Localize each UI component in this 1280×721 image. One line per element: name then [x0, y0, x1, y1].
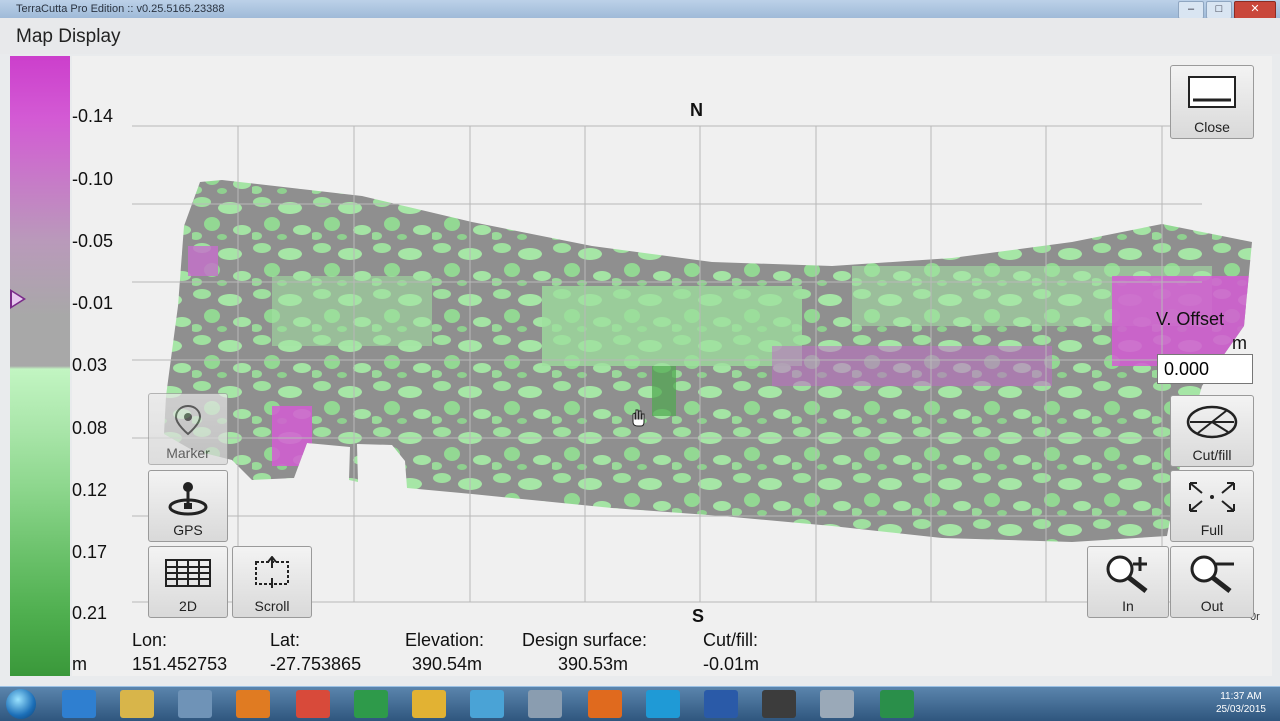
close-panel-icon	[1171, 72, 1253, 112]
chrome-icon[interactable]	[296, 690, 330, 718]
app-tool-icon[interactable]	[528, 690, 562, 718]
clock-time: 11:37 AM	[1220, 691, 1262, 702]
elevation-value: 390.54m	[412, 654, 483, 674]
cut-fill-readout-value: -0.01m	[703, 654, 760, 674]
view-2d-button[interactable]: 2D	[148, 546, 228, 618]
elevation-label: Elevation:	[405, 630, 485, 650]
legend-label: -0.05	[72, 231, 114, 251]
close-button-label: Close	[1194, 119, 1230, 135]
expand-arrows-icon	[1171, 477, 1253, 517]
media-player-icon[interactable]	[236, 690, 270, 718]
zoom-in-icon	[1088, 553, 1168, 593]
v-offset-input[interactable]	[1157, 354, 1253, 384]
page-title: Map Display	[16, 26, 121, 47]
cut-fill-button[interactable]: Cut/fill	[1170, 395, 1254, 467]
cut-fill-readout-label: Cut/fill:	[703, 630, 759, 650]
windows-taskbar: 11:37 AM 25/03/2015	[0, 686, 1280, 721]
scroll-button[interactable]: Scroll	[232, 546, 312, 618]
grid-2d-icon	[149, 553, 227, 593]
zoom-out-icon	[1171, 553, 1253, 593]
window-controls: – □ ✕	[1178, 0, 1276, 19]
design-surface-label: Design surface:	[522, 630, 648, 650]
gps-label: GPS	[173, 522, 203, 538]
scroll-label: Scroll	[254, 598, 290, 614]
cut-fill-label: Cut/fill	[1192, 447, 1232, 463]
view-2d-label: 2D	[179, 598, 197, 614]
lat-label: Lat:	[270, 630, 301, 650]
legend-label: 0.17	[72, 542, 108, 562]
full-extent-button[interactable]: Full	[1170, 470, 1254, 542]
gps-icon	[149, 477, 227, 517]
app-checker-icon[interactable]	[762, 690, 796, 718]
zoom-in-button[interactable]: In	[1087, 546, 1169, 618]
network-icon[interactable]	[178, 690, 212, 718]
cut-fill-icon	[1171, 402, 1253, 442]
window-titlebar: TerraCutta Pro Edition :: v0.25.5165.233…	[0, 0, 1280, 19]
window-title: TerraCutta Pro Edition :: v0.25.5165.233…	[16, 3, 225, 15]
app-chart-icon[interactable]	[354, 690, 388, 718]
file-explorer-icon[interactable]	[120, 690, 154, 718]
system-clock[interactable]: 11:37 AM 25/03/2015	[1216, 690, 1266, 716]
legend-label: 0.03	[72, 355, 108, 375]
legend-label: -0.01	[72, 293, 114, 313]
zoom-out-label: Out	[1200, 598, 1224, 614]
lon-label: Lon:	[132, 630, 168, 650]
legend-label: 0.21	[72, 603, 108, 623]
start-button[interactable]	[6, 689, 36, 719]
app-cp-icon[interactable]	[880, 690, 914, 718]
minimize-button[interactable]: –	[1178, 1, 1204, 19]
outlook-icon[interactable]	[588, 690, 622, 718]
color-scale-bar	[10, 56, 70, 676]
app-disc-icon[interactable]	[412, 690, 446, 718]
gps-button[interactable]: GPS	[148, 470, 228, 542]
clock-date: 25/03/2015	[1215, 704, 1266, 715]
terracutta-pro-icon[interactable]	[820, 690, 854, 718]
legend-label: 0.12	[72, 480, 108, 500]
full-label: Full	[1200, 522, 1224, 538]
scroll-icon	[233, 553, 311, 593]
zoom-in-label: In	[1122, 598, 1134, 614]
legend-label: 0.08	[72, 418, 108, 438]
legend-unit: m	[72, 654, 87, 674]
word-icon[interactable]	[704, 690, 738, 718]
legend-label: -0.10	[72, 169, 114, 189]
v-offset-unit: m	[1232, 333, 1247, 353]
internet-explorer-icon[interactable]	[62, 690, 96, 718]
close-window-button[interactable]: ✕	[1234, 1, 1276, 19]
app-header: Map Display	[0, 18, 1280, 54]
close-button[interactable]: Close	[1170, 65, 1254, 139]
lon-value: 151.452753	[132, 654, 228, 674]
marker-button[interactable]: Marker	[148, 393, 228, 465]
map-pin-icon	[149, 400, 227, 440]
south-label: S	[692, 606, 705, 626]
marker-label: Marker	[166, 445, 210, 461]
legend-label: -0.14	[72, 106, 114, 126]
zoom-out-button[interactable]: Out	[1170, 546, 1254, 618]
app-wave-icon[interactable]	[470, 690, 504, 718]
v-offset-label: V. Offset	[1156, 309, 1225, 329]
design-surface-value: 390.53m	[558, 654, 629, 674]
skype-icon[interactable]	[646, 690, 680, 718]
legend-pointer-icon[interactable]	[10, 289, 26, 309]
maximize-button[interactable]: □	[1206, 1, 1232, 19]
lat-value: -27.753865	[270, 654, 362, 674]
north-label: N	[690, 100, 703, 120]
